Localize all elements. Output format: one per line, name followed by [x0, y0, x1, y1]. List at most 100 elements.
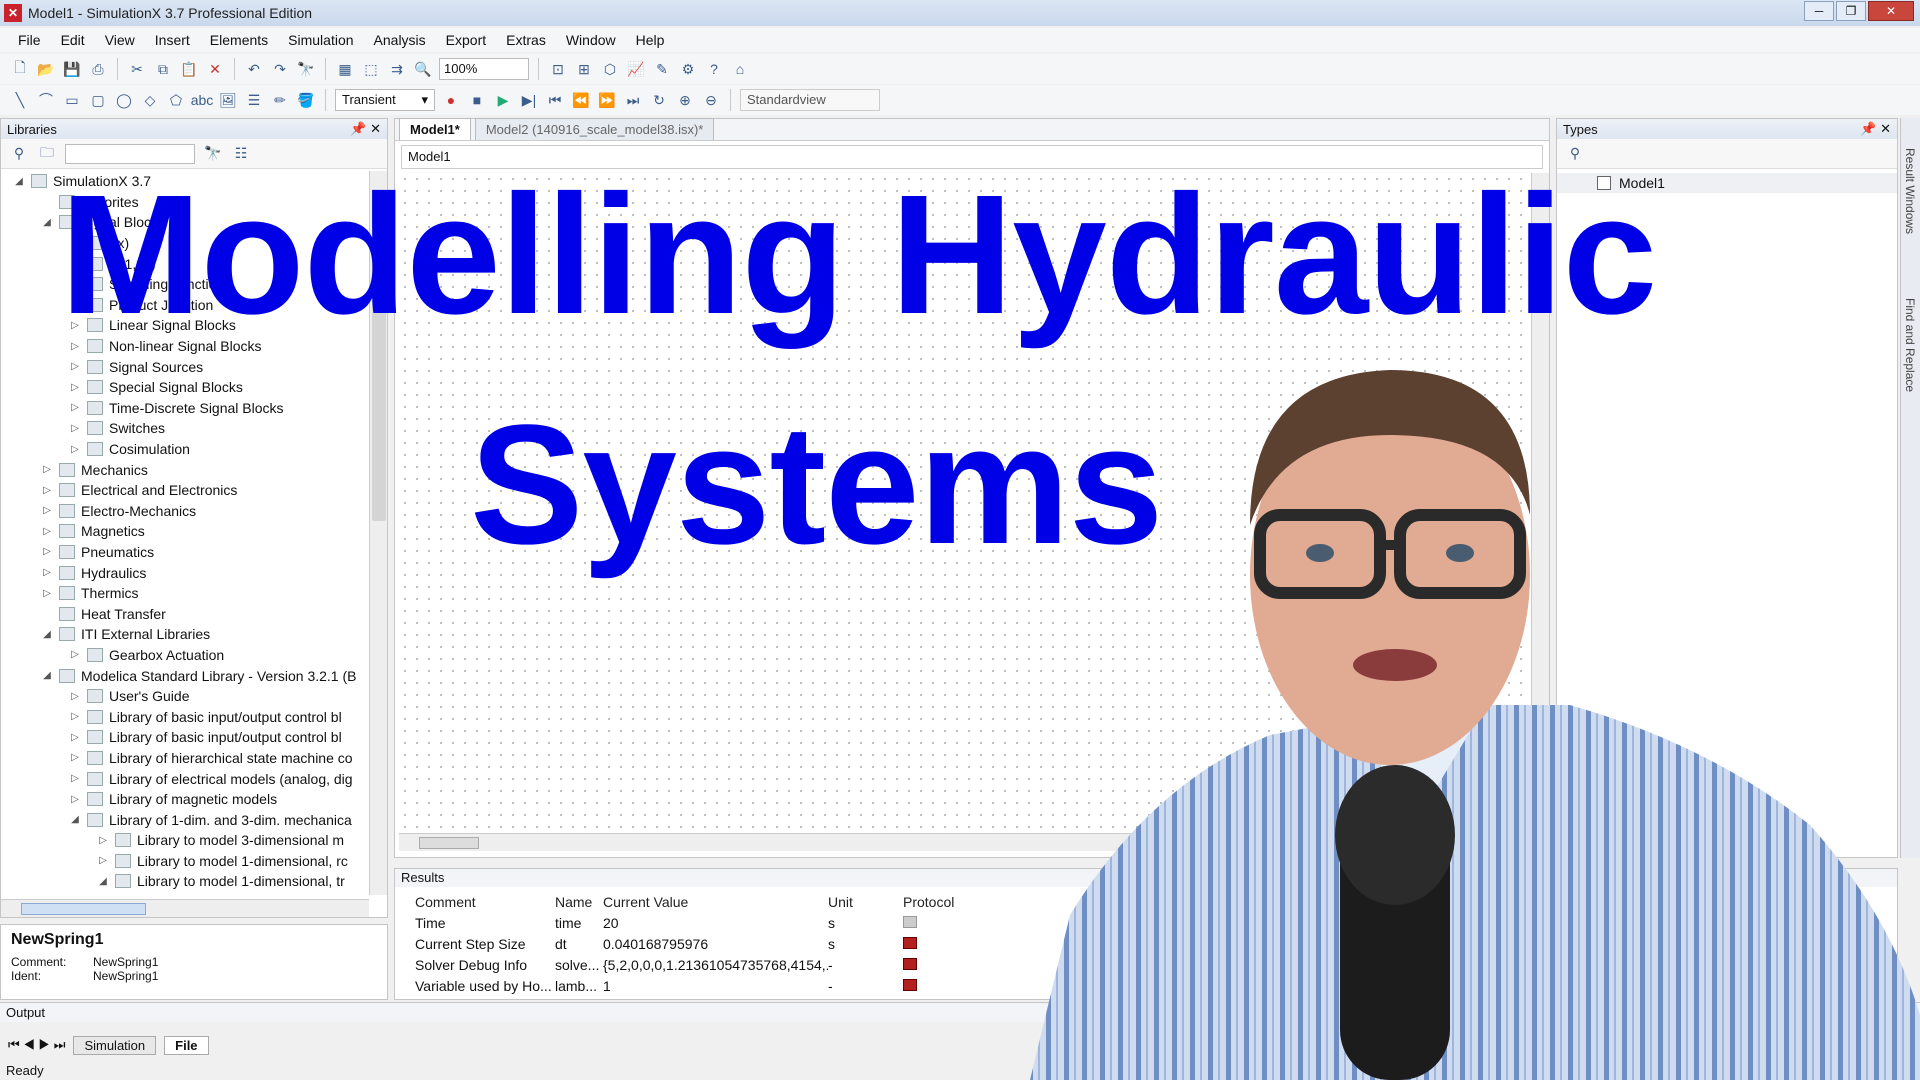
menu-export[interactable]: Export [436, 32, 496, 48]
diamond-tool-icon[interactable]: ◇ [140, 90, 160, 110]
protocol-checkbox[interactable] [903, 957, 983, 973]
new-file-icon[interactable]: 🗋 [10, 59, 30, 79]
column-header[interactable]: Protocol [903, 894, 983, 910]
help-icon[interactable]: ? [704, 59, 724, 79]
tree-node[interactable]: ▷ Electro-Mechanics [1, 501, 369, 522]
menu-elements[interactable]: Elements [200, 32, 278, 48]
nav-arrows-icon[interactable]: ⏮ ◀ ▶ ⏭ [8, 1037, 65, 1053]
simulation-mode-select[interactable]: Transient ▾ [335, 89, 435, 111]
expand-toggle-icon[interactable]: ◢ [41, 217, 53, 228]
tree-node[interactable]: ▷ Electrical and Electronics [1, 480, 369, 501]
menu-analysis[interactable]: Analysis [364, 32, 436, 48]
expand-toggle-icon[interactable]: ▷ [41, 485, 53, 496]
expand-toggle-icon[interactable]: ▷ [41, 526, 53, 537]
expand-toggle-icon[interactable]: ▷ [69, 382, 81, 393]
tree-node[interactable]: ▷ Magnetics [1, 521, 369, 542]
expand-toggle-icon[interactable]: ▷ [69, 423, 81, 434]
tree-node[interactable]: ▷ Library of basic input/output control b… [1, 706, 369, 727]
tree-node[interactable]: ▷ Mechanics [1, 459, 369, 480]
stop-icon[interactable]: ■ [467, 90, 487, 110]
home-icon[interactable]: ⌂ [730, 59, 750, 79]
tree-node[interactable]: ▷ Signal Sources [1, 356, 369, 377]
expand-toggle-icon[interactable]: ▷ [69, 732, 81, 743]
maximize-button[interactable]: ❐ [1836, 1, 1866, 21]
column-header[interactable]: Current Value [603, 894, 828, 910]
column-header[interactable]: Unit [828, 894, 903, 910]
minimize-button[interactable]: ─ [1804, 1, 1834, 21]
tree-node[interactable]: ▷ Time-Discrete Signal Blocks [1, 398, 369, 419]
expand-toggle-icon[interactable]: ▷ [69, 794, 81, 805]
expand-toggle-icon[interactable]: ▷ [97, 835, 109, 846]
tab-file[interactable]: File [164, 1035, 209, 1055]
column-header[interactable]: Comment [415, 894, 555, 910]
library-horizontal-scrollbar[interactable] [1, 899, 369, 917]
expand-toggle-icon[interactable]: ▷ [69, 444, 81, 455]
tree-node[interactable]: ▷ Library of magnetic models [1, 789, 369, 810]
menu-extras[interactable]: Extras [496, 32, 556, 48]
menu-simulation[interactable]: Simulation [278, 32, 363, 48]
protocol-checkbox[interactable] [903, 978, 983, 994]
find-icon[interactable]: 🔭 [296, 59, 316, 79]
arc-tool-icon[interactable]: ⌒ [36, 90, 56, 110]
tree-node[interactable]: ▷ Library to model 3-dimensional m [1, 830, 369, 851]
tree-node[interactable]: ▷ Pneumatics [1, 542, 369, 563]
print-icon[interactable]: ⎙ [88, 59, 108, 79]
tree-node[interactable]: ▷ Special Signal Blocks [1, 377, 369, 398]
tree-node[interactable]: ◢ Library to model 1-dimensional, tr [1, 871, 369, 892]
menu-help[interactable]: Help [626, 32, 675, 48]
expand-toggle-icon[interactable]: ◢ [97, 876, 109, 887]
ellipse-tool-icon[interactable]: ◯ [114, 90, 134, 110]
scroll-thumb[interactable] [419, 837, 479, 849]
expand-toggle-icon[interactable]: ▷ [69, 691, 81, 702]
grid-icon[interactable]: ▦ [335, 59, 355, 79]
protocol-on-icon[interactable] [903, 957, 917, 970]
text-tool-icon[interactable]: abc [191, 90, 214, 110]
connect-icon[interactable]: ⇉ [387, 59, 407, 79]
open-folder-icon[interactable]: 📂 [36, 59, 56, 79]
align-icon[interactable]: ⊞ [574, 59, 594, 79]
image-tool-icon[interactable]: 🖼 [218, 90, 238, 110]
fill-color-icon[interactable]: 🪣 [296, 90, 316, 110]
paste-icon[interactable]: 📋 [179, 59, 199, 79]
expand-toggle-icon[interactable]: ▷ [41, 464, 53, 475]
zoom-icon[interactable]: 🔍 [413, 59, 433, 79]
pane-pin-close-icon[interactable]: 📌 ✕ [1860, 121, 1891, 137]
expand-toggle-icon[interactable]: ◢ [13, 176, 25, 187]
expand-toggle-icon[interactable]: ▷ [41, 505, 53, 516]
filter-icon[interactable]: ⚲ [9, 144, 29, 164]
undo-icon[interactable]: ↶ [244, 59, 264, 79]
expand-toggle-icon[interactable]: ▷ [69, 402, 81, 413]
expand-toggle-icon[interactable]: ◢ [41, 670, 53, 681]
expand-toggle-icon[interactable]: ▷ [41, 588, 53, 599]
protocol-checkbox[interactable] [903, 936, 983, 952]
loop-icon[interactable]: ↻ [649, 90, 669, 110]
new-library-icon[interactable]: 🗀 [37, 144, 57, 164]
protocol-on-icon[interactable] [903, 978, 917, 991]
select-icon[interactable]: ⬚ [361, 59, 381, 79]
column-header[interactable]: Name [555, 894, 603, 910]
expand-toggle-icon[interactable]: ▷ [69, 649, 81, 660]
menu-view[interactable]: View [95, 32, 145, 48]
forward-icon[interactable]: ⏩ [597, 90, 617, 110]
line-color-icon[interactable]: ✏ [270, 90, 290, 110]
components-icon[interactable]: ⬡ [600, 59, 620, 79]
tree-node[interactable]: ▷ Library of basic input/output control b… [1, 727, 369, 748]
tree-node[interactable]: ▷ Library of hierarchical state machine c… [1, 748, 369, 769]
protocol-checkbox[interactable] [903, 915, 983, 931]
save-icon[interactable]: 💾 [62, 59, 82, 79]
pen-icon[interactable]: ✎ [652, 59, 672, 79]
expand-toggle-icon[interactable]: ▷ [97, 855, 109, 866]
zoom-in-icon[interactable]: ⊕ [675, 90, 695, 110]
cut-icon[interactable]: ✂ [127, 59, 147, 79]
scroll-thumb[interactable] [21, 903, 146, 915]
tab-model2[interactable]: Model2 (140916_scale_model38.isx)* [474, 118, 715, 140]
tab-simulation[interactable]: Simulation [73, 1035, 157, 1055]
expand-toggle-icon[interactable]: ▷ [69, 752, 81, 763]
expand-toggle-icon[interactable]: ◢ [41, 629, 53, 640]
tree-node[interactable]: ▷ Cosimulation [1, 439, 369, 460]
copy-icon[interactable]: ⧉ [153, 59, 173, 79]
line-style-icon[interactable]: ☰ [244, 90, 264, 110]
step-icon[interactable]: ▶| [519, 90, 539, 110]
pane-pin-close-icon[interactable]: 📌 ✕ [350, 121, 381, 137]
tree-node[interactable]: ▷ Thermics [1, 583, 369, 604]
